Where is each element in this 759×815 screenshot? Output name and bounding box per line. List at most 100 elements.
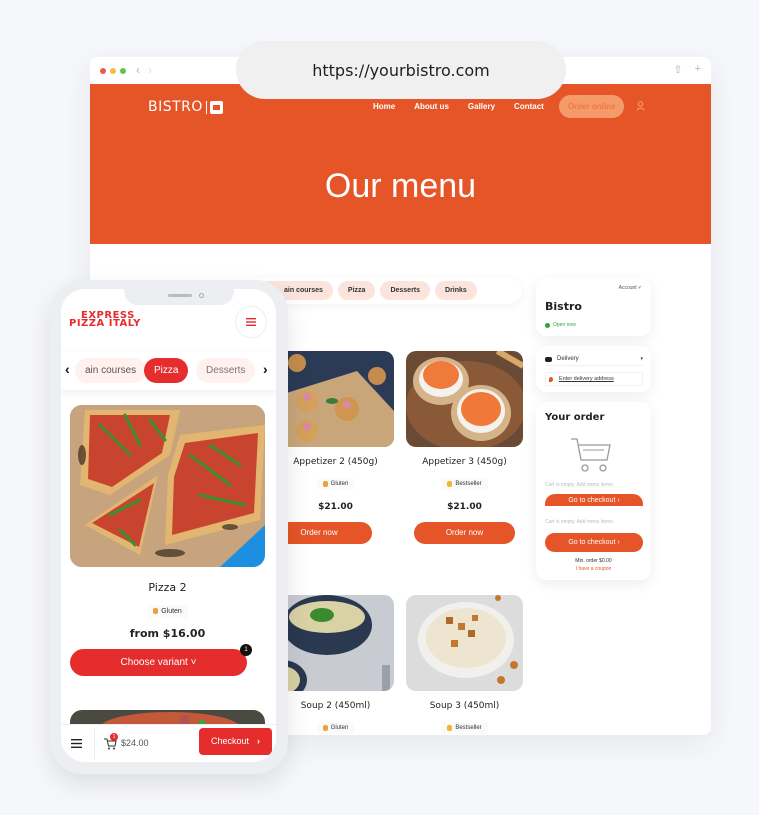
delivery-card: Delivery ▾ Enter delivery address [536, 346, 651, 392]
cart-summary[interactable]: 1 $24.00 [104, 733, 149, 755]
location-pin-icon [549, 376, 553, 382]
hero-title: Our menu [324, 167, 477, 205]
menu-button[interactable] [235, 306, 267, 338]
menu-icon[interactable] [71, 739, 82, 748]
share-icon[interactable]: ⇧ [673, 63, 682, 76]
delivery-address-link[interactable]: Enter delivery address [559, 376, 614, 382]
product-image[interactable] [406, 595, 523, 691]
product-card: Appetizer 2 (450g) Gluten $21.00 Order n… [266, 351, 394, 544]
empty-cart-text: Cart is empty. Add menu items. [545, 519, 615, 525]
badge-label: Gluten [161, 607, 182, 615]
badge-label: Gluten [330, 481, 349, 487]
nav-about[interactable]: About us [414, 102, 449, 111]
product-price: $21.00 [447, 502, 482, 512]
wheat-icon [322, 481, 328, 487]
forward-icon[interactable]: › [148, 63, 152, 77]
order-title: Your order [545, 412, 605, 423]
close-window-dot[interactable] [100, 68, 106, 74]
phone-screen: EXPRESS PIZZA ITALY ‹ ain courses Pizza … [61, 289, 276, 762]
phone-product-price: from $16.00 [129, 627, 206, 640]
nav-gallery[interactable]: Gallery [468, 102, 495, 111]
phone-logo[interactable]: EXPRESS PIZZA ITALY [69, 311, 141, 329]
phone-product-title: Pizza 2 [148, 581, 187, 594]
phone-category-desserts[interactable]: Desserts [196, 358, 256, 383]
checkout-button-ghost: Go to checkout › [545, 494, 643, 506]
address-field[interactable]: Enter delivery address [545, 372, 643, 386]
hamburger-icon [246, 318, 256, 326]
nav-home[interactable]: Home [373, 102, 395, 111]
coupon-link[interactable]: I have a coupon [536, 566, 651, 572]
category-bar: ain courses Pizza Desserts Drinks [250, 277, 522, 304]
ribbon-icon [447, 481, 453, 487]
phone-category-pizza[interactable]: Pizza [144, 358, 189, 383]
next-category-arrow[interactable]: › [263, 361, 268, 377]
delivery-mode-label: Delivery [557, 356, 579, 362]
site-header: BISTRO Home About us Gallery Contact Ord… [90, 84, 711, 244]
checkout-button[interactable]: Checkout › [199, 728, 272, 755]
badge-label: Bestseller [455, 481, 482, 487]
nav-contact[interactable]: Contact [514, 102, 544, 111]
phone-mockup: EXPRESS PIZZA ITALY ‹ ain courses Pizza … [50, 280, 288, 774]
notification-badge: 1 [240, 644, 252, 656]
open-status-dot [545, 322, 550, 328]
badge-label: Bestseller [455, 725, 482, 731]
product-title: Appetizer 2 (450g) [293, 457, 378, 467]
pizza-image[interactable] [70, 405, 265, 567]
cart-icon [571, 438, 611, 472]
product-image[interactable] [277, 351, 394, 447]
logo-icon [209, 100, 223, 114]
gluten-badge: Gluten [316, 478, 355, 490]
camera-icon [199, 293, 204, 298]
logo-text: BISTRO [148, 99, 203, 115]
product-image[interactable] [406, 351, 523, 447]
logo-divider [205, 100, 207, 114]
cart-count-badge: 1 [110, 733, 118, 741]
product-price: $21.00 [318, 502, 353, 512]
url-text: https://yourbistro.com [312, 60, 490, 80]
maximize-window-dot[interactable] [120, 68, 126, 74]
dropdown-caret-icon: ▾ [640, 356, 643, 362]
bestseller-badge: Bestseller [441, 478, 488, 490]
product-title: Appetizer 3 (450g) [422, 457, 507, 467]
empty-cart-text: Cart is empty. Add menu items. [545, 482, 615, 488]
new-tab-icon[interactable]: + [695, 63, 701, 76]
cart-total: $24.00 [121, 738, 149, 748]
phone-category-main-courses[interactable]: ain courses [75, 358, 147, 383]
order-now-button[interactable]: Order now [414, 522, 515, 544]
choose-variant-label: Choose variant ˅ [120, 657, 197, 668]
account-dropdown[interactable]: Account ˅ [619, 285, 641, 291]
go-to-checkout-button[interactable]: Go to checkout › [545, 533, 643, 552]
prev-category-arrow[interactable]: ‹ [65, 361, 70, 377]
back-icon[interactable]: ‹ [136, 63, 140, 77]
url-bar[interactable]: https://yourbistro.com [236, 41, 566, 99]
site-logo[interactable]: BISTRO [148, 99, 223, 115]
phone-category-bar: ‹ ain courses Pizza Desserts › [61, 352, 276, 390]
order-card: Your order Cart is empty. Add menu items… [536, 402, 651, 580]
phone-product-card: Pizza 2 Gluten from $16.00 Choose varian… [70, 405, 265, 676]
order-online-button[interactable]: Order online [558, 95, 625, 118]
phone-bottom-bar: 1 $24.00 Checkout › [61, 724, 276, 762]
phone-notch [124, 289, 234, 305]
product-card: Soup 3 (450ml) Bestseller [406, 595, 523, 735]
wheat-icon [153, 608, 159, 614]
category-pizza[interactable]: Pizza [337, 281, 376, 300]
bestseller-badge: Bestseller [441, 722, 488, 734]
restaurant-card: Account ˅ Bistro Open now [536, 278, 651, 336]
gluten-badge: Gluten [316, 722, 355, 734]
product-image[interactable] [277, 595, 394, 691]
product-title: Soup 2 (450ml) [300, 701, 371, 711]
delivery-mode-select[interactable]: Delivery ▾ [545, 353, 643, 366]
chevron-right-icon: › [257, 736, 260, 746]
user-icon[interactable] [636, 101, 645, 111]
product-card: Appetizer 3 (450g) Bestseller $21.00 Ord… [406, 351, 523, 544]
category-drinks[interactable]: Drinks [435, 281, 477, 300]
bar-divider [94, 729, 95, 759]
speaker-icon [168, 294, 192, 297]
choose-variant-button[interactable]: Choose variant ˅ 1 [70, 644, 252, 676]
minimize-window-dot[interactable] [110, 68, 116, 74]
checkout-label: Checkout [211, 736, 250, 746]
open-status: Open now [553, 322, 576, 328]
badge-label: Gluten [330, 725, 349, 731]
category-desserts[interactable]: Desserts [380, 281, 431, 300]
car-icon [545, 356, 552, 362]
